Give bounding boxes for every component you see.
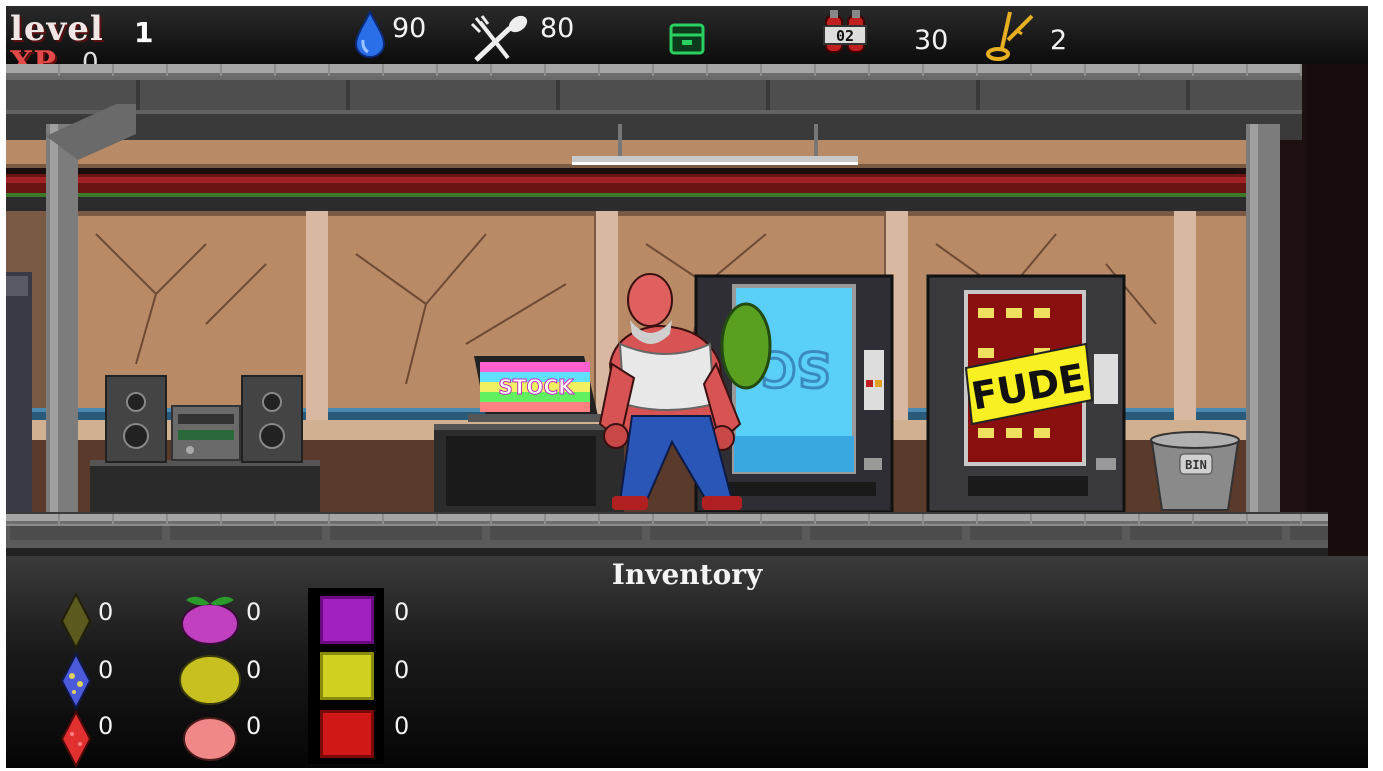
scene-artwork: STOCK SC FUDE BIN [6,64,1368,556]
blue-gem-icon[interactable] [60,652,92,710]
laptop-screen-text: STOCK [498,375,575,399]
water-drop-icon [354,10,386,58]
red-block-count: 0 [394,712,410,740]
water-value: 90 [392,13,427,44]
money-value: 30 [914,25,949,56]
ammo-counter: 02 [836,27,854,45]
purple-block-count: 0 [394,598,410,626]
inventory-title: Inventory [611,558,763,591]
game-frame: level 1 XP 0 90 80 02 30 2 STOCK SC FUDE… [6,6,1368,768]
purple-fruit-count: 0 [246,598,262,626]
game-scene: STOCK SC FUDE BIN [6,64,1368,556]
inventory-panel: Inventory 0 0 0 0 0 0 0 0 0 [6,556,1368,768]
level-label: level [10,9,104,49]
level-value: 1 [134,16,154,49]
yellow-block-count: 0 [394,656,410,684]
purple-block-icon[interactable] [320,596,374,644]
red-gem-count: 0 [98,712,114,740]
green-box-icon [669,23,705,55]
yellow-fruit-icon[interactable] [178,654,242,706]
hud-bar: level 1 XP 0 90 80 02 30 2 [6,6,1368,78]
pink-fruit-icon[interactable] [182,716,238,762]
fork-spoon-icon [470,15,528,62]
blue-gem-count: 0 [98,656,114,684]
keys-value: 2 [1050,25,1068,56]
food-value: 80 [540,13,575,44]
yellow-block-icon[interactable] [320,652,374,700]
pink-fruit-count: 0 [246,712,262,740]
svg-text:SC: SC [761,340,831,396]
red-block-icon[interactable] [320,710,374,758]
fire-extinguisher-icon: 02 [823,10,867,53]
block-swatch-panel [308,588,384,764]
olive-gem-icon[interactable] [60,592,92,650]
yellow-fruit-count: 0 [246,656,262,684]
key-icon [986,11,1034,61]
olive-gem-count: 0 [98,598,114,626]
bin-label: BIN [1185,458,1207,472]
purple-fruit-icon[interactable] [178,590,242,646]
red-gem-icon[interactable] [60,710,92,768]
